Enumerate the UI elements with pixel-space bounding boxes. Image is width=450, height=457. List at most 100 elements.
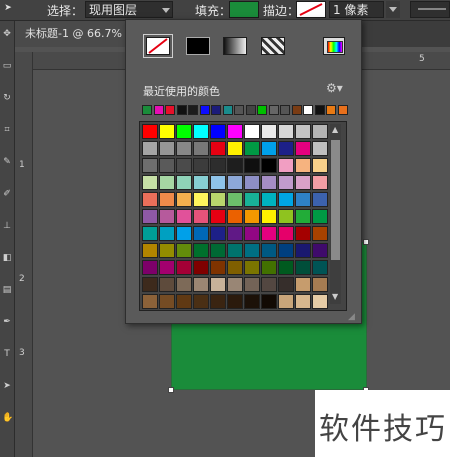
crop-tool-icon[interactable]: ⌗ — [2, 125, 12, 135]
color-swatch[interactable] — [312, 209, 328, 224]
color-swatch[interactable] — [261, 277, 277, 292]
color-swatch[interactable] — [159, 277, 175, 292]
color-swatch[interactable] — [193, 260, 209, 275]
color-swatch[interactable] — [210, 124, 226, 139]
arrow-tool-icon[interactable]: ➤ — [3, 3, 13, 13]
recent-color-swatch[interactable] — [303, 105, 313, 115]
stroke-color-swatch[interactable] — [296, 1, 326, 18]
gear-icon[interactable]: ⚙▾ — [326, 81, 343, 95]
color-swatch[interactable] — [176, 226, 192, 241]
color-swatch[interactable] — [261, 124, 277, 139]
recent-color-swatch[interactable] — [337, 105, 348, 115]
pattern-button[interactable] — [261, 37, 285, 55]
color-swatch[interactable] — [193, 175, 209, 190]
color-swatch[interactable] — [312, 277, 328, 292]
transform-handle[interactable] — [168, 387, 174, 393]
color-swatch[interactable] — [193, 192, 209, 207]
recent-color-swatch[interactable] — [314, 105, 325, 115]
color-swatch[interactable] — [176, 158, 192, 173]
gradient-tool-icon[interactable]: ▤ — [2, 285, 12, 295]
lasso-tool-icon[interactable]: ↻ — [2, 93, 12, 103]
color-swatch[interactable] — [176, 192, 192, 207]
color-swatch[interactable] — [312, 175, 328, 190]
color-swatch[interactable] — [261, 260, 277, 275]
color-swatch[interactable] — [193, 124, 209, 139]
color-swatch[interactable] — [312, 294, 328, 309]
document-tab[interactable]: 未标题-1 @ 66.7% — [15, 21, 135, 47]
color-swatch[interactable] — [210, 277, 226, 292]
color-swatch[interactable] — [176, 260, 192, 275]
color-swatch[interactable] — [295, 141, 311, 156]
color-swatch[interactable] — [142, 260, 158, 275]
color-swatch[interactable] — [193, 277, 209, 292]
color-swatch[interactable] — [244, 175, 260, 190]
color-swatch[interactable] — [261, 141, 277, 156]
color-swatch[interactable] — [261, 294, 277, 309]
color-swatch[interactable] — [176, 277, 192, 292]
color-swatch[interactable] — [227, 260, 243, 275]
color-swatch[interactable] — [193, 209, 209, 224]
color-swatch[interactable] — [142, 277, 158, 292]
color-swatch[interactable] — [295, 158, 311, 173]
color-swatch[interactable] — [244, 226, 260, 241]
color-swatch[interactable] — [159, 243, 175, 258]
color-swatch[interactable] — [244, 294, 260, 309]
color-swatch[interactable] — [210, 175, 226, 190]
move-tool-icon[interactable]: ✥ — [2, 29, 12, 39]
color-swatch[interactable] — [261, 158, 277, 173]
color-swatch[interactable] — [278, 294, 294, 309]
color-swatch[interactable] — [193, 226, 209, 241]
fill-color-swatch[interactable] — [229, 1, 259, 18]
color-swatch[interactable] — [159, 158, 175, 173]
color-swatch[interactable] — [159, 141, 175, 156]
color-swatch[interactable] — [295, 260, 311, 275]
color-swatch[interactable] — [227, 277, 243, 292]
color-swatch[interactable] — [210, 192, 226, 207]
type-tool-icon[interactable]: T — [2, 349, 12, 359]
recent-color-swatch[interactable] — [153, 105, 164, 115]
eraser-tool-icon[interactable]: ◧ — [2, 253, 12, 263]
color-swatch[interactable] — [159, 226, 175, 241]
color-swatch[interactable] — [261, 226, 277, 241]
color-swatch[interactable] — [295, 175, 311, 190]
color-swatch[interactable] — [176, 141, 192, 156]
color-swatch[interactable] — [312, 192, 328, 207]
color-swatch[interactable] — [312, 226, 328, 241]
resize-grip-icon[interactable]: ◢ — [348, 312, 355, 322]
color-swatch[interactable] — [193, 294, 209, 309]
hand-tool-icon[interactable]: ✋ — [2, 413, 13, 423]
color-swatch[interactable] — [159, 192, 175, 207]
no-color-button[interactable] — [143, 34, 173, 58]
color-swatch[interactable] — [159, 260, 175, 275]
color-swatch[interactable] — [244, 158, 260, 173]
color-swatch[interactable] — [176, 124, 192, 139]
color-swatch[interactable] — [295, 243, 311, 258]
color-swatch[interactable] — [312, 243, 328, 258]
recent-color-swatch[interactable] — [165, 105, 175, 115]
color-swatch[interactable] — [227, 209, 243, 224]
color-swatch[interactable] — [244, 192, 260, 207]
color-swatch[interactable] — [142, 226, 158, 241]
scroll-up-icon[interactable]: ▲ — [332, 125, 338, 134]
color-swatch[interactable] — [261, 243, 277, 258]
color-swatch[interactable] — [176, 209, 192, 224]
color-swatch[interactable] — [278, 243, 294, 258]
color-swatch[interactable] — [142, 192, 158, 207]
stroke-width-field[interactable]: 1 像素 — [329, 1, 384, 18]
path-select-tool-icon[interactable]: ➤ — [2, 381, 12, 391]
color-swatch[interactable] — [244, 141, 260, 156]
color-swatch[interactable] — [278, 226, 294, 241]
color-swatch[interactable] — [295, 192, 311, 207]
recent-color-swatch[interactable] — [142, 105, 152, 115]
color-swatch[interactable] — [159, 175, 175, 190]
recent-color-swatch[interactable] — [280, 105, 290, 115]
color-swatch[interactable] — [295, 277, 311, 292]
color-swatch[interactable] — [193, 243, 209, 258]
color-swatch[interactable] — [193, 141, 209, 156]
recent-color-swatch[interactable] — [234, 105, 244, 115]
color-swatch[interactable] — [227, 192, 243, 207]
color-swatch[interactable] — [312, 141, 328, 156]
color-swatch[interactable] — [312, 124, 328, 139]
color-swatch[interactable] — [142, 124, 158, 139]
color-swatch[interactable] — [176, 243, 192, 258]
